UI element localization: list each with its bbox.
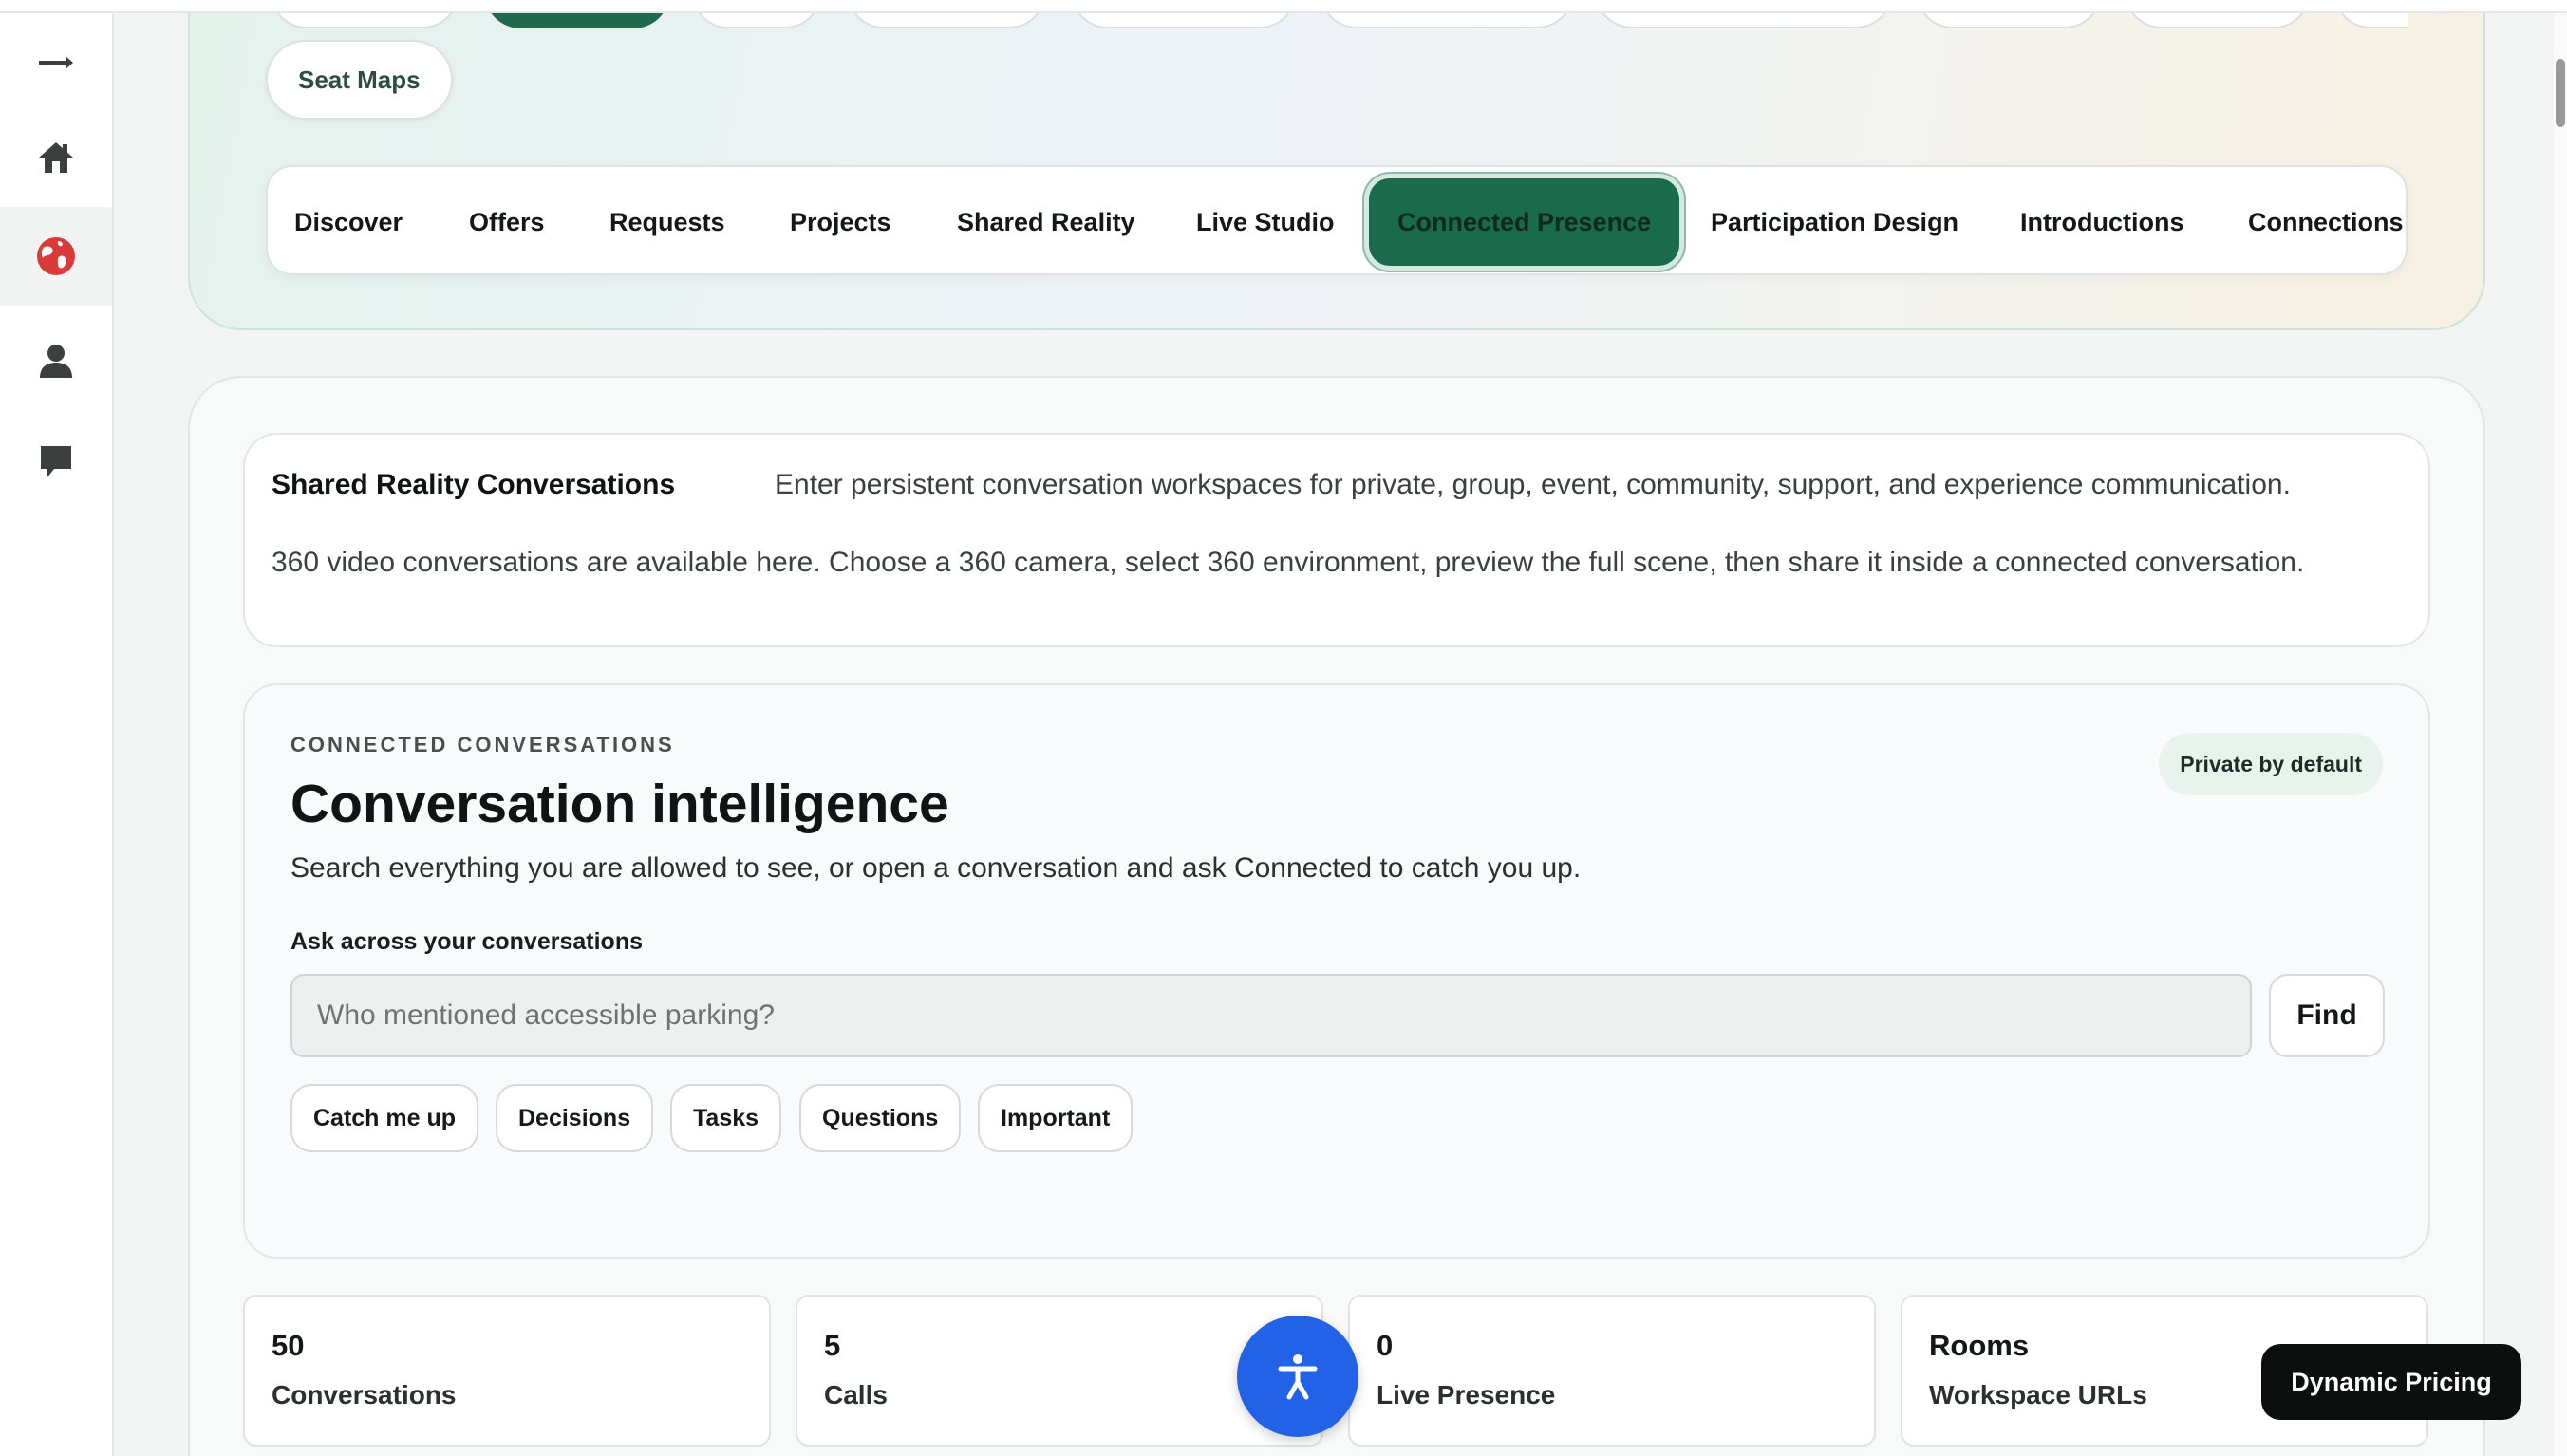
tab-requests[interactable]: Requests: [609, 167, 725, 273]
globe-icon: [37, 237, 75, 275]
sidebar: [0, 13, 114, 1456]
stat-card-live-presence[interactable]: 0 Live Presence: [1348, 1295, 1876, 1447]
collapse-arrow-icon: [39, 56, 73, 69]
scrollbar-thumb[interactable]: [2556, 59, 2565, 127]
section-nav-bar: Discover Offers Requests Projects Shared…: [266, 165, 2408, 275]
quick-action-tasks[interactable]: Tasks: [670, 1084, 782, 1152]
section-description: Search everything you are allowed to see…: [290, 852, 1582, 884]
ask-label: Ask across your conversations: [290, 928, 643, 955]
section-title: Conversation intelligence: [290, 774, 949, 834]
info-body: 360 video conversations are available he…: [272, 547, 2305, 578]
quick-action-questions[interactable]: Questions: [799, 1084, 962, 1152]
stat-value: 0: [1377, 1329, 1394, 1362]
quick-action-catch-me-up[interactable]: Catch me up: [290, 1084, 479, 1152]
tab-connected-presence[interactable]: Connected Presence: [1369, 178, 1680, 266]
section-eyebrow: CONNECTED CONVERSATIONS: [290, 733, 675, 756]
tab-offers[interactable]: Offers: [469, 167, 545, 273]
find-button[interactable]: Find: [2269, 974, 2385, 1057]
sidebar-item-home[interactable]: [0, 108, 112, 207]
stat-label: Conversations: [272, 1380, 457, 1409]
stat-label: Workspace URLs: [1929, 1380, 2147, 1409]
dynamic-pricing-button[interactable]: Dynamic Pricing: [2261, 1344, 2521, 1420]
info-title: Shared Reality Conversations: [272, 469, 676, 500]
tab-shared-reality[interactable]: Shared Reality: [957, 167, 1135, 273]
shared-reality-info-card: Shared Reality Conversations Enter persi…: [243, 433, 2430, 647]
stat-value: 5: [824, 1329, 841, 1362]
quick-action-important[interactable]: Important: [978, 1084, 1134, 1152]
stat-card-conversations[interactable]: 50 Conversations: [243, 1295, 771, 1447]
stat-value: Rooms: [1929, 1329, 2030, 1362]
conversation-intelligence-card: CONNECTED CONVERSATIONS Private by defau…: [243, 683, 2430, 1259]
tab-projects[interactable]: Projects: [790, 167, 891, 273]
chat-bubble-icon: [41, 446, 71, 478]
accessibility-button[interactable]: [1237, 1316, 1358, 1437]
seat-maps-chip[interactable]: Seat Maps: [266, 40, 453, 120]
stat-label: Calls: [824, 1380, 888, 1409]
tab-connections[interactable]: Connections: [2248, 167, 2404, 273]
stat-label: Live Presence: [1377, 1380, 1556, 1409]
page-scrollbar[interactable]: [2554, 13, 2567, 1456]
window-top-edge: [0, 0, 2567, 13]
accessibility-icon: [1278, 1354, 1318, 1400]
sidebar-item-messages[interactable]: [0, 412, 112, 511]
sidebar-item-profile[interactable]: [0, 311, 112, 410]
conversation-search-input[interactable]: [290, 974, 2252, 1057]
info-subtitle: Enter persistent conversation workspaces…: [775, 469, 2291, 500]
tab-discover[interactable]: Discover: [294, 167, 403, 273]
privacy-badge: Private by default: [2159, 733, 2383, 795]
tab-live-studio[interactable]: Live Studio: [1196, 167, 1335, 273]
stat-value: 50: [272, 1329, 305, 1362]
home-icon: [39, 142, 73, 173]
person-icon: [40, 345, 72, 378]
quick-action-decisions[interactable]: Decisions: [496, 1084, 654, 1152]
sidebar-item-collapse[interactable]: [0, 13, 112, 112]
tab-introductions[interactable]: Introductions: [2020, 167, 2183, 273]
tab-participation-design[interactable]: Participation Design: [1711, 167, 1958, 273]
sidebar-item-explore[interactable]: [0, 207, 112, 306]
